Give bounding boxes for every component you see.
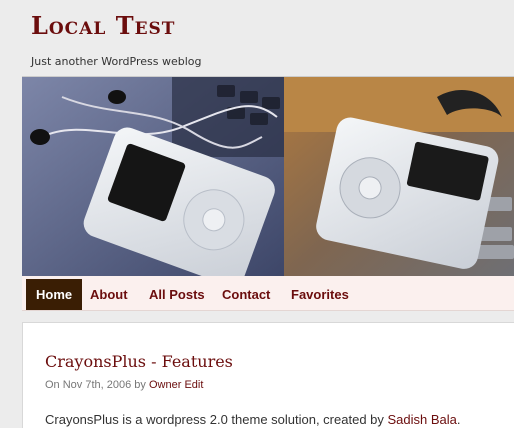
header-photo-ipods bbox=[22, 77, 514, 277]
post-date: On Nov 7th, 2006 by bbox=[45, 379, 146, 391]
nav-item-all-posts[interactable]: All Posts bbox=[149, 279, 205, 310]
post-title[interactable]: CrayonsPlus - Features bbox=[45, 352, 233, 371]
post-excerpt-text: CrayonsPlus is a wordpress 2.0 theme sol… bbox=[45, 412, 384, 427]
post-excerpt: CrayonsPlus is a wordpress 2.0 theme sol… bbox=[45, 412, 461, 427]
header-image bbox=[22, 76, 514, 277]
post-excerpt-end: . bbox=[456, 412, 461, 427]
main-navigation: Home About All Posts Contact Favorites bbox=[22, 276, 514, 311]
nav-item-about[interactable]: About bbox=[90, 279, 128, 310]
post-author-link[interactable]: Owner bbox=[149, 379, 181, 391]
nav-item-contact[interactable]: Contact bbox=[222, 279, 270, 310]
nav-item-favorites[interactable]: Favorites bbox=[291, 279, 349, 310]
site-tagline: Just another WordPress weblog bbox=[31, 55, 202, 68]
author-name-link[interactable]: Sadish Bala bbox=[388, 412, 457, 427]
nav-item-home[interactable]: Home bbox=[26, 279, 83, 310]
site-title[interactable]: Local Test bbox=[31, 11, 175, 40]
post-edit-link[interactable]: Edit bbox=[184, 379, 203, 391]
post-content-area: CrayonsPlus - Features On Nov 7th, 2006 … bbox=[22, 322, 514, 428]
post-meta: On Nov 7th, 2006 by Owner Edit bbox=[45, 379, 203, 391]
